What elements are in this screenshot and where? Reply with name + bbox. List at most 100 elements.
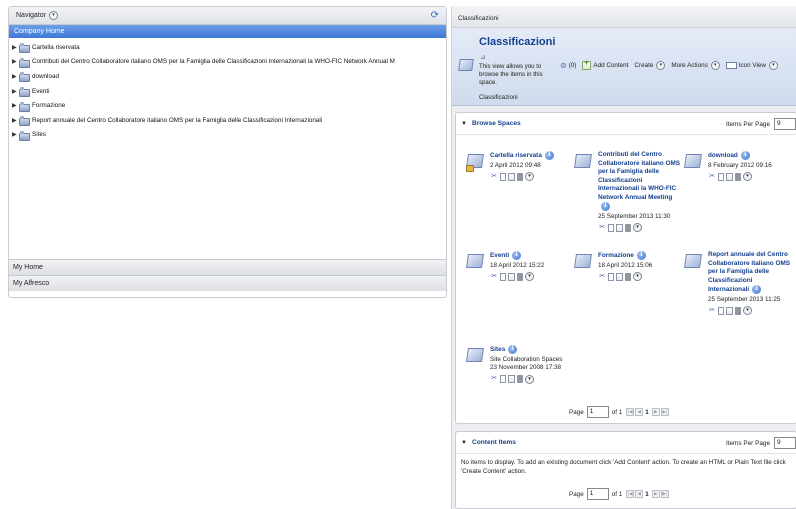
space-icon[interactable]	[684, 151, 704, 171]
delete-icon[interactable]	[517, 172, 523, 181]
info-icon[interactable]: i	[752, 285, 762, 294]
copy-icon[interactable]	[500, 375, 506, 384]
space-icon[interactable]	[684, 251, 704, 271]
info-icon[interactable]: i	[601, 202, 610, 211]
tree-item-label[interactable]: Contributi del Centro Collaboratore ital…	[32, 58, 395, 65]
space-icon[interactable]	[574, 151, 594, 171]
expand-arrow-icon[interactable]: ▶	[12, 73, 18, 80]
tree-item[interactable]: ▶ Cartella riservata	[9, 40, 446, 55]
my-alfresco-section[interactable]: My Alfresco	[9, 275, 446, 291]
properties-icon[interactable]	[726, 172, 733, 181]
delete-icon[interactable]	[517, 375, 523, 384]
tree-item[interactable]: ▶ Formazione	[9, 98, 446, 113]
info-icon[interactable]: i	[544, 151, 554, 160]
prev-page-icon[interactable]: ◀	[635, 408, 644, 416]
delete-icon[interactable]	[625, 223, 631, 232]
more-actions-button[interactable]: More Actions ▾	[671, 61, 720, 70]
tree-item-label[interactable]: Sites	[32, 131, 46, 138]
properties-icon[interactable]	[616, 272, 623, 281]
more-actions-icon[interactable]: ▾	[743, 172, 752, 182]
space-link[interactable]: Contributi del Centro Collaboratore ital…	[598, 151, 680, 201]
breadcrumb[interactable]: Classificazioni	[452, 6, 796, 28]
last-page-icon[interactable]: ▶|	[660, 490, 669, 498]
info-icon[interactable]: i	[740, 151, 750, 160]
properties-icon[interactable]	[508, 172, 515, 181]
next-page-icon[interactable]: ▶	[651, 490, 660, 498]
more-actions-icon[interactable]: ▾	[525, 172, 534, 182]
tree-item-label[interactable]: Cartella riservata	[32, 44, 80, 51]
prev-page-icon[interactable]: ◀	[635, 490, 644, 498]
cut-icon[interactable]: ✂	[490, 173, 498, 181]
first-page-icon[interactable]: |◀	[626, 408, 635, 416]
expand-arrow-icon[interactable]: ▶	[12, 117, 18, 124]
more-actions-icon[interactable]: ▾	[525, 374, 534, 384]
tree-item-label[interactable]: Formazione	[32, 102, 65, 109]
info-icon[interactable]: i	[512, 251, 522, 260]
space-link[interactable]: Cartella riservata	[490, 152, 542, 159]
properties-icon[interactable]	[726, 306, 733, 315]
properties-icon[interactable]	[508, 272, 515, 281]
space-link[interactable]: Sites	[490, 346, 505, 353]
more-actions-icon[interactable]: ▾	[743, 306, 752, 316]
delete-icon[interactable]	[735, 172, 741, 181]
expand-arrow-icon[interactable]: ▶	[12, 88, 18, 95]
tree-item[interactable]: ▶ Eventi	[9, 84, 446, 99]
collapse-arrow-icon[interactable]: ▼	[461, 440, 467, 446]
space-link[interactable]: Report annuale del Centro Collaboratore …	[708, 251, 790, 293]
company-home-item[interactable]: Company Home	[9, 25, 446, 38]
clipboard-button[interactable]: ⊜ (0)	[560, 61, 576, 70]
tree-item[interactable]: ▶ Contributi del Centro Collaboratore ita…	[9, 55, 446, 70]
navigator-menu-icon[interactable]: ▾	[48, 11, 58, 20]
properties-icon[interactable]	[508, 375, 515, 384]
next-page-icon[interactable]: ▶	[651, 408, 660, 416]
delete-icon[interactable]	[735, 306, 741, 315]
tree-item-label[interactable]: Eventi	[32, 88, 50, 95]
space-link[interactable]: Eventi	[490, 252, 509, 259]
expand-arrow-icon[interactable]: ▶	[12, 131, 18, 138]
collapse-arrow-icon[interactable]: ▼	[461, 121, 467, 127]
copy-icon[interactable]	[500, 172, 506, 181]
tree-item-label[interactable]: download	[32, 73, 59, 80]
copy-icon[interactable]	[718, 172, 724, 181]
last-page-icon[interactable]: ▶|	[660, 408, 669, 416]
copy-icon[interactable]	[608, 223, 614, 232]
more-actions-icon[interactable]: ▾	[525, 272, 534, 282]
refresh-icon[interactable]: ⟳	[431, 10, 439, 21]
copy-icon[interactable]	[500, 272, 506, 281]
copy-icon[interactable]	[718, 306, 724, 315]
space-link[interactable]: download	[708, 152, 738, 159]
info-icon[interactable]: i	[508, 345, 518, 354]
info-icon[interactable]: i	[636, 251, 646, 260]
more-actions-icon[interactable]: ▾	[633, 223, 642, 233]
locked-space-icon[interactable]	[466, 151, 486, 172]
cut-icon[interactable]: ✂	[598, 224, 606, 232]
my-home-section[interactable]: My Home	[9, 259, 446, 275]
cut-icon[interactable]: ✂	[490, 273, 498, 281]
create-menu-button[interactable]: Create ▾	[634, 61, 666, 70]
space-link[interactable]: Formazione	[598, 252, 634, 259]
properties-icon[interactable]	[616, 223, 623, 232]
add-content-button[interactable]: Add Content	[582, 60, 628, 70]
page-input[interactable]: 1	[586, 488, 609, 500]
tree-item-label[interactable]: Report annuale del Centro Collaboratore …	[32, 117, 322, 124]
tree-item[interactable]: ▶ download	[9, 69, 446, 84]
delete-icon[interactable]	[625, 272, 631, 281]
icon-view-button[interactable]: Icon View ▾	[725, 61, 778, 70]
tree-item[interactable]: ▶ Report annuale del Centro Collaboratore…	[9, 113, 446, 128]
first-page-icon[interactable]: |◀	[626, 490, 635, 498]
items-per-page-input[interactable]: 9	[774, 118, 796, 130]
cut-icon[interactable]: ✂	[598, 273, 606, 281]
cut-icon[interactable]: ✂	[708, 307, 716, 315]
cut-icon[interactable]: ✂	[708, 173, 716, 181]
page-input[interactable]: 1	[586, 406, 609, 418]
space-icon[interactable]	[466, 345, 486, 365]
items-per-page-input[interactable]: 9	[774, 437, 796, 449]
more-actions-icon[interactable]: ▾	[633, 272, 642, 282]
space-icon[interactable]	[466, 251, 486, 271]
delete-icon[interactable]	[517, 272, 523, 281]
cut-icon[interactable]: ✂	[490, 375, 498, 383]
expand-arrow-icon[interactable]: ▶	[12, 58, 18, 65]
expand-arrow-icon[interactable]: ▶	[12, 102, 18, 109]
expand-arrow-icon[interactable]: ▶	[12, 44, 18, 51]
space-icon[interactable]	[574, 251, 594, 271]
